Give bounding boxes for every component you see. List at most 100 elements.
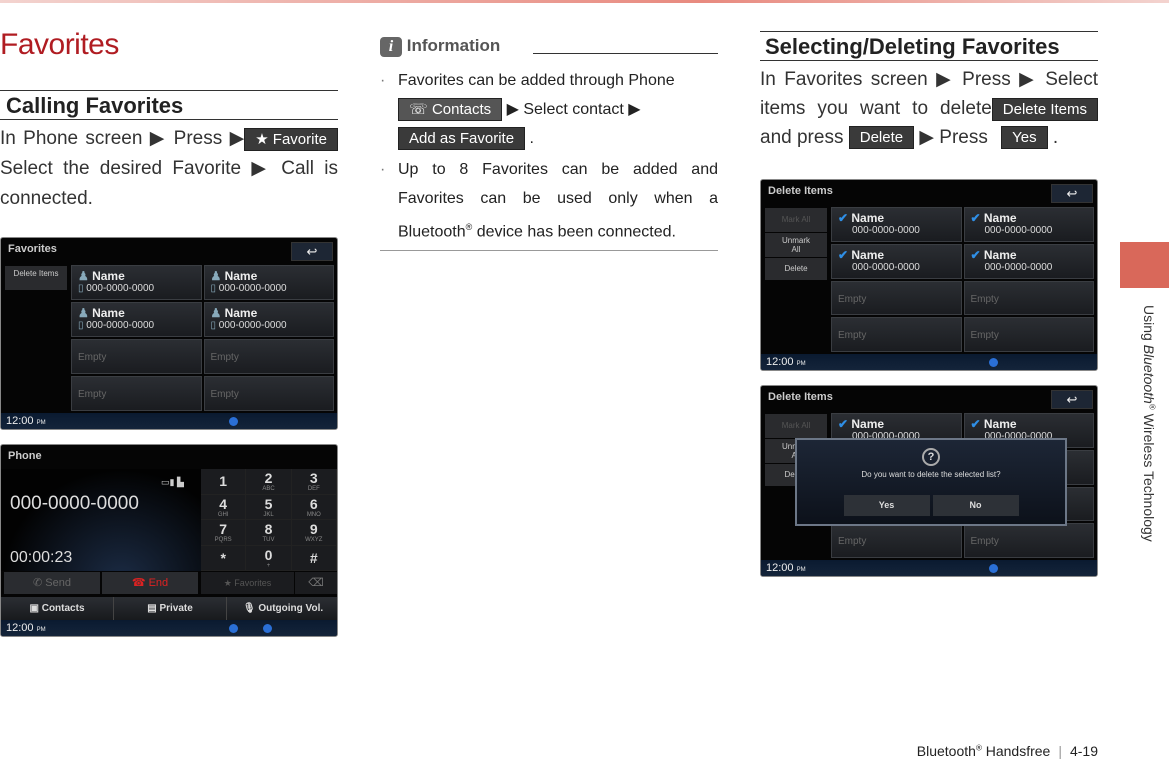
contact-name: ♟ Name [78,306,195,320]
keypad-key[interactable]: 3 DEF [291,469,337,495]
keypad-key[interactable]: 0 + [246,545,292,571]
label: Send [45,577,71,589]
delete-button[interactable]: Delete [765,258,827,280]
keypad-key[interactable]: 6 MNO [291,494,337,520]
delete-button-ref: Delete [848,126,915,150]
phone-icon: ▯ [210,283,219,294]
keypad-key[interactable]: 2 ABC [246,469,292,495]
keypad-key[interactable]: 5 JKL [246,494,292,520]
key-letters: DEF [307,486,320,493]
empty-slot[interactable]: Empty [71,339,202,374]
label: End [148,577,169,589]
key-letters: PQRS [214,537,232,544]
keypad-key[interactable]: 9 WXYZ [291,520,337,546]
deleting-instructions: In Favorites screen ▶ Press Delete Items… [760,65,1098,152]
name-text: Name [92,306,125,320]
contact-name: ✔ Name [971,211,1088,225]
keypad-key[interactable]: 1 [201,469,247,495]
screen-title: Delete Items [768,391,833,403]
contact-name: ♟ Name [211,269,328,283]
number-text: 000-0000-0000 [218,283,287,294]
chapter-title: Using Bluetooth® Wireless Technology [1141,305,1157,542]
checkmark-icon: ✔ [970,247,984,262]
status-bar: 12:00 PM [1,620,337,636]
phone-icon: ▯ [210,320,219,331]
keypad-key[interactable]: * [201,545,247,571]
favorite-item[interactable]: ✔ Name000-0000-0000 [831,243,962,279]
empty-slot[interactable]: Empty [831,317,962,352]
mark-all-button[interactable]: Mark All [765,414,827,438]
contact-number: ▯ 000-0000-0000 [211,283,328,294]
add-as-favorite-button-ref: Add as Favorite [398,127,526,151]
key-letters: WXYZ [305,537,323,544]
private-button[interactable]: ▤ Private [113,597,226,621]
name-text: Name [983,211,1017,225]
text: In Favorites screen ▶ Press [760,69,1011,90]
empty-slot[interactable]: Empty [203,339,334,374]
favorite-item[interactable]: ✔ Name000-0000-0000 [963,207,1094,242]
top-accent-bar [0,0,1169,3]
mark-all-button[interactable]: Mark All [765,208,827,232]
favorite-item[interactable]: ✔ Name000-0000-0000 [831,207,962,242]
end-button[interactable]: ☎ End [102,572,198,594]
clock: 12:00 [6,622,34,634]
text: Handsfree [981,743,1051,759]
favorite-item[interactable]: ♟ Name ▯ 000-0000-0000 [71,265,202,300]
keypad-key[interactable]: # [291,545,337,571]
back-arrow-icon[interactable]: ↩ [291,242,333,261]
favorite-item[interactable]: ♟ Name ▯ 000-0000-0000 [203,265,334,300]
text: device has been connected. [472,223,676,241]
backspace-icon[interactable]: ⌫ [295,572,337,594]
text: Favorites can be added through Phone [398,72,675,89]
signal-battery-icon: ▭▮ ▙ [161,477,184,487]
dialog-no-button[interactable]: No [932,495,1019,516]
empty-slot[interactable]: Empty [831,280,962,316]
contact-number: ▯ 000-0000-0000 [78,283,195,294]
bluetooth-icon [989,358,998,367]
status-bar: 12:00 PM [1,413,337,429]
info-bullet: Favorites can be added through Phone ☏ C… [380,66,718,153]
number-text: 000-0000-0000 [86,320,155,331]
keypad-key[interactable]: 4 GHI [201,494,247,520]
key-letters: JKL [263,511,274,518]
back-arrow-icon[interactable]: ↩ [1051,184,1093,203]
unmark-all-button[interactable]: Unmark All [765,233,827,257]
outgoing-volume-button[interactable]: 🎙 Outgoing Vol. [226,597,337,621]
number-text: 000-0000-0000 [984,225,1053,236]
favorite-item[interactable]: ✔ Name000-0000-0000 [963,243,1094,279]
clock: 12:00 [766,356,794,368]
text: Bluetooth [916,743,976,759]
ampm: PM [36,627,46,633]
send-button[interactable]: ✆ Send [4,572,100,594]
empty-slot[interactable]: Empty [963,317,1094,352]
favorites-button[interactable]: ★ Favorites [201,572,294,594]
empty-slot[interactable]: Empty [963,280,1094,316]
text: ▶ Press [919,127,988,148]
label: Favorites [234,578,272,588]
name-text: Name [983,417,1017,431]
keypad-key[interactable]: 8 TUV [246,520,292,546]
checkmark-icon: ✔ [970,211,984,225]
empty-slot[interactable]: Empty [203,376,334,411]
person-icon: ♟ [210,269,225,283]
text: Using [1141,305,1157,345]
label: Outgoing Vol. [258,603,324,614]
empty-slot[interactable]: Empty [831,523,962,558]
number-text: 000-0000-0000 [218,320,287,331]
favorite-item[interactable]: ♟ Name ▯ 000-0000-0000 [203,302,334,337]
delete-items-grid: ✔ Name000-0000-0000✔ Name000-0000-0000✔ … [831,207,1094,352]
delete-items-button-ref: Delete Items [991,98,1098,121]
delete-items-button[interactable]: Delete Items [5,266,67,290]
contact-name: ✔ Name [838,417,955,431]
back-arrow-icon[interactable]: ↩ [1051,390,1093,409]
keypad-key[interactable]: 7 PQRS [201,520,247,546]
empty-slot[interactable]: Empty [71,376,202,411]
call-timer: 00:00:23 [10,549,73,566]
dialog-yes-button[interactable]: Yes [843,495,930,516]
label: Contacts [41,603,85,614]
delete-items-screen: Delete Items ↩ Mark All Unmark All Delete ✔ N… [760,179,1098,371]
contacts-button[interactable]: ▣ Contacts [1,597,113,621]
empty-slot[interactable]: Empty [963,523,1094,558]
favorite-item[interactable]: ♟ Name ▯ 000-0000-0000 [71,302,202,337]
person-icon: ♟ [78,306,93,320]
